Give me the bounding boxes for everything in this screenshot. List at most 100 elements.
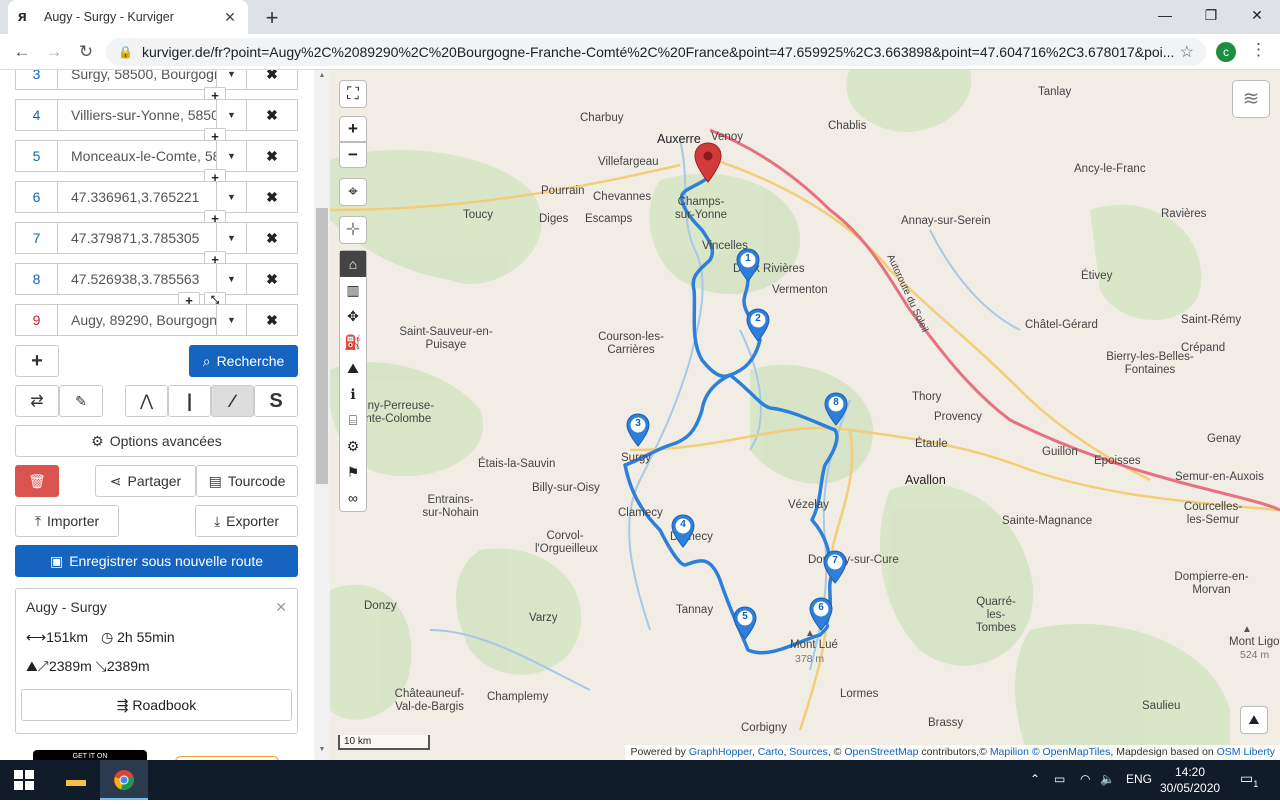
remove-waypoint-icon[interactable]: ✖ [246,100,297,130]
windows-start-icon[interactable] [14,770,34,790]
settings-icon[interactable]: ⚙ [340,433,366,459]
remove-waypoint-icon[interactable]: ✖ [246,70,297,89]
magic-wand-button[interactable]: ✎ [59,385,103,417]
remove-waypoint-icon[interactable]: ✖ [246,305,297,335]
route-marker[interactable]: 1 [736,248,760,282]
zoom-out-button[interactable]: − [339,142,367,168]
restore-icon[interactable]: ❐ [1188,0,1234,30]
browser-menu-icon[interactable]: ⋮ [1250,40,1267,60]
address-bar[interactable]: 🔒 kurviger.de/fr?point=Augy%2C%2089290%2… [106,38,1206,66]
osm-liberty-link[interactable]: OSM Liberty [1217,746,1275,758]
add-waypoint-button[interactable]: + [15,345,59,377]
tourcode-button[interactable]: ▤ Tourcode [196,465,298,497]
waypoint-dropdown-icon[interactable]: ▼ [216,100,246,130]
waypoint-input[interactable] [58,100,216,130]
waypoint-input[interactable] [58,264,216,294]
graphhopper-link[interactable]: GraphHopper [689,746,752,758]
route-marker[interactable]: 2 [746,308,770,342]
waypoint-dropdown-icon[interactable]: ▼ [216,264,246,294]
minimize-icon[interactable]: — [1142,0,1188,30]
url-text[interactable]: kurviger.de/fr?point=Augy%2C%2089290%2C%… [142,44,1180,60]
save-new-route-button[interactable]: ▣ Enregistrer sous nouvelle route [15,545,298,577]
new-tab-button[interactable]: + [260,5,284,31]
layers-icon[interactable]: ≋ [1232,80,1270,118]
remove-waypoint-icon[interactable]: ✖ [246,264,297,294]
profile-avatar[interactable]: c [1216,42,1236,62]
advanced-options-button[interactable]: ⚙ Options avancées [15,425,298,457]
destination-marker[interactable] [693,142,723,184]
waypoint-input[interactable] [58,70,216,89]
clock[interactable]: 14:20 30/05/2020 [1160,764,1220,796]
mode-extra-curvy-button[interactable]: S [254,385,298,417]
delete-route-button[interactable]: 🗑 [15,465,59,497]
home-icon[interactable]: ⌂ [340,251,366,277]
show-hidden-icons[interactable]: ⌃ [1030,772,1040,786]
back-icon[interactable]: ← [10,40,34,64]
waypoint-dropdown-icon[interactable]: ▼ [216,141,246,171]
route-marker[interactable]: 7 [823,550,847,584]
file-explorer-icon[interactable]: ▬ [52,760,100,800]
chrome-taskbar-icon[interactable] [100,760,148,800]
route-marker[interactable]: 4 [671,514,695,548]
wifi-icon[interactable]: ◠ [1080,772,1090,786]
route-marker[interactable]: 3 [626,413,650,447]
route-marker[interactable]: 8 [824,392,848,426]
remove-waypoint-icon[interactable]: ✖ [246,141,297,171]
locate-icon[interactable]: ⌖ [339,178,367,206]
waypoint-input[interactable] [58,223,216,253]
volume-icon[interactable]: 🔈 [1100,772,1115,786]
sources-link[interactable]: Sources [789,746,828,758]
waypoint-input[interactable] [58,141,216,171]
bookmark-star-icon[interactable]: ☆ [1180,42,1194,62]
curves-icon[interactable]: ✥ [340,303,366,329]
window-close-icon[interactable]: ✕ [1234,0,1280,30]
browser-tab[interactable]: ᴙ Augy - Surgy - Kurviger ✕ [8,0,248,34]
route-marker[interactable]: 5 [733,606,757,640]
forward-icon[interactable]: → [42,40,66,64]
share-label: Partager [127,473,182,489]
language-indicator[interactable]: ENG [1126,772,1152,786]
map-book-icon[interactable]: ▥ [340,277,366,303]
waypoint-dropdown-icon[interactable]: ▼ [216,223,246,253]
mode-curvy-button[interactable]: ∕ [211,385,254,417]
import-button[interactable]: ⤒ Importer [15,505,119,537]
zoom-in-button[interactable]: + [339,116,367,142]
reload-icon[interactable]: ↻ [74,40,98,64]
waypoint-dropdown-icon[interactable]: ▼ [216,305,246,335]
waypoint-input[interactable] [58,305,216,335]
route-marker[interactable]: 6 [809,597,833,631]
map-label-donzy: Donzy [364,600,397,612]
mountain-pass-icon[interactable]: ⛰ [340,355,366,381]
flag-icon[interactable]: ⚑ [340,459,366,485]
reverse-route-button[interactable]: ⇄ [15,385,59,417]
waypoint-dropdown-icon[interactable]: ▼ [216,182,246,212]
scroll-down-icon[interactable]: ▼ [316,746,328,753]
remove-waypoint-icon[interactable]: ✖ [246,223,297,253]
fuel-icon[interactable]: ⛽ [340,329,366,355]
carto-link[interactable]: Carto [758,746,784,758]
sidebar-scroll-thumb[interactable] [316,208,328,484]
search-button[interactable]: ⌕ Recherche [189,345,298,377]
close-summary-icon[interactable]: ✕ [275,599,287,616]
mode-fastest-button[interactable]: | [168,385,211,417]
binoculars-icon[interactable]: ∞ [340,485,366,511]
fullscreen-icon[interactable]: ⛶ [339,80,367,108]
waypoint-input[interactable] [58,182,216,212]
export-button[interactable]: ⤓ Exporter [195,505,298,537]
mapilion-link[interactable]: Mapilion © OpenMapTiles [990,746,1111,758]
share-button[interactable]: ⋖ Partager [95,465,196,497]
notification-center-icon[interactable]: ▭1 [1240,770,1258,789]
roadbook-button[interactable]: ⇶ Roadbook [21,689,292,721]
osm-link[interactable]: OpenStreetMap [844,746,918,758]
elevation-profile-icon[interactable]: ⛰ [1240,706,1268,734]
battery-icon[interactable]: ▭ [1054,772,1065,786]
google-play-badge[interactable]: GET IT ON [33,750,147,760]
remove-waypoint-icon[interactable]: ✖ [246,182,297,212]
curvy-mode-road-button[interactable]: ⋀ [125,385,168,417]
close-tab-icon[interactable]: ✕ [222,9,238,26]
scroll-up-icon[interactable]: ▲ [316,72,328,79]
crosshair-icon[interactable]: ✛ [339,216,367,244]
museum-icon[interactable]: ⌸ [340,407,366,433]
map-view[interactable]: Auxerre Venoy Charbuy Chablis Tanlay Vil… [330,70,1280,760]
info-icon[interactable]: ℹ [340,381,366,407]
